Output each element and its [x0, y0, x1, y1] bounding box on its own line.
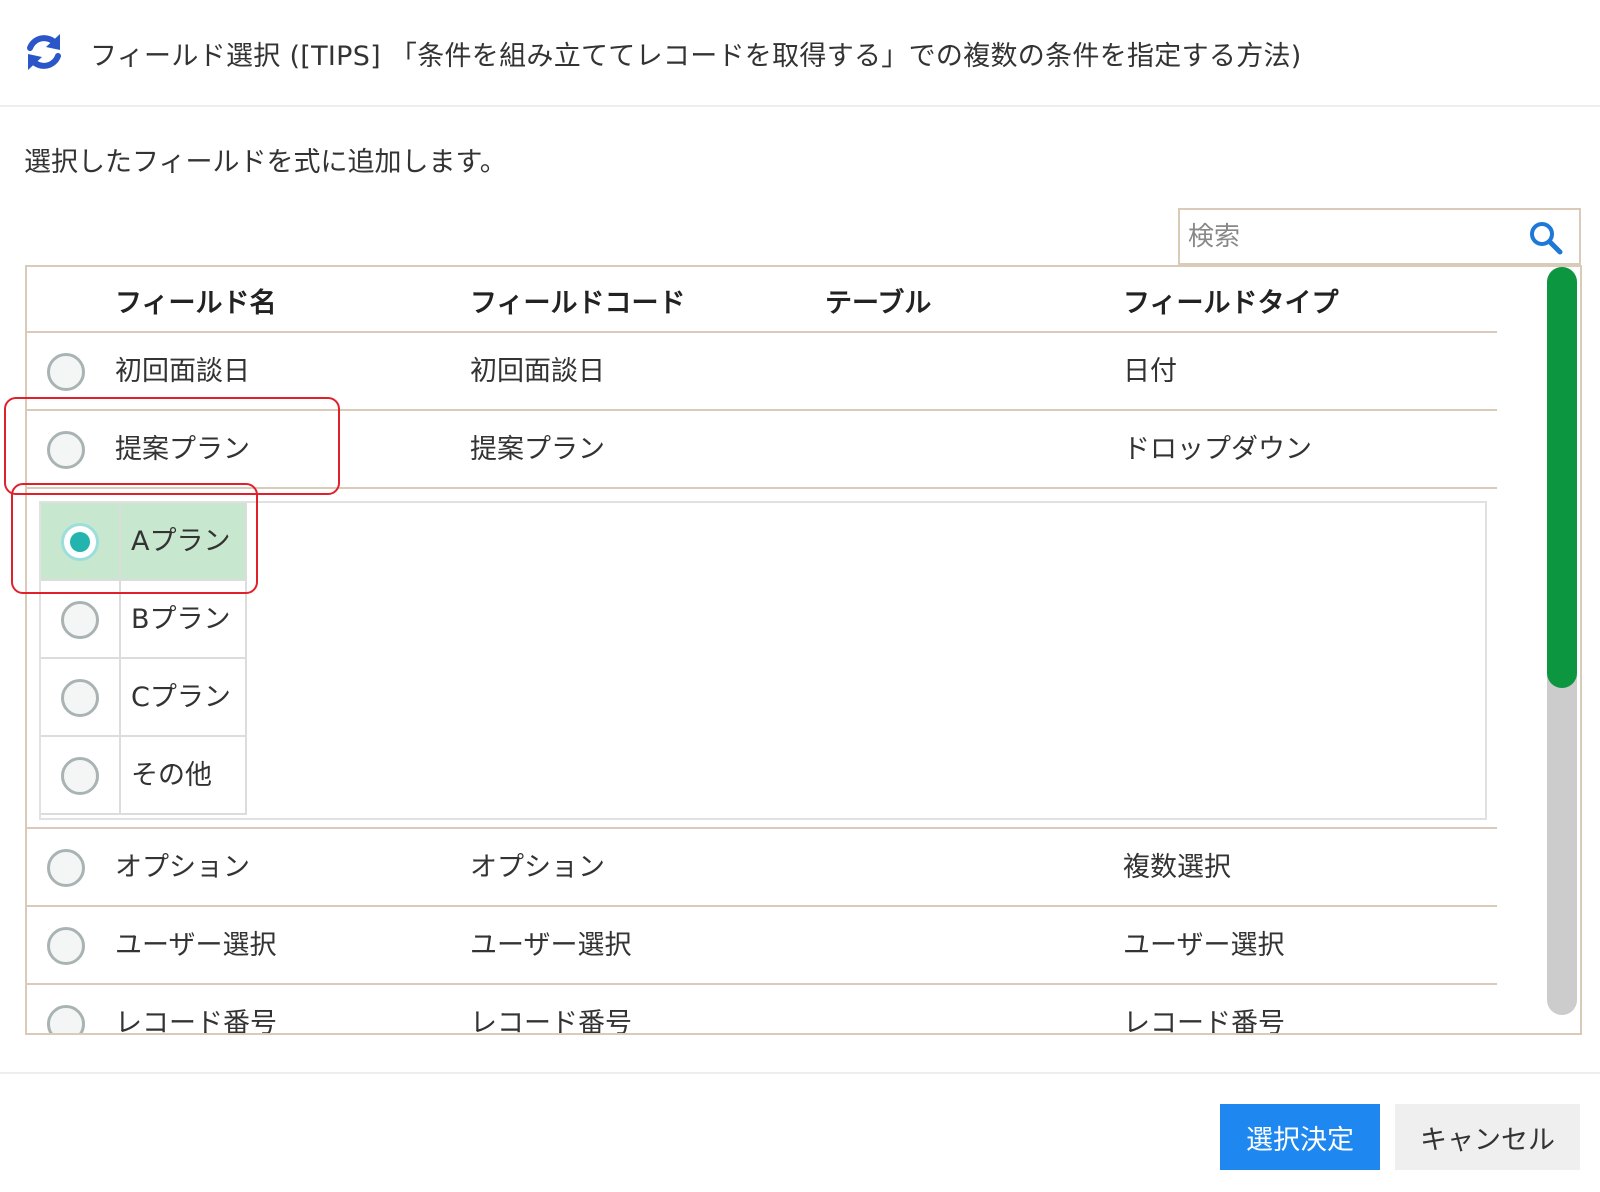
- table-row[interactable]: レコード番号 レコード番号 レコード番号: [27, 985, 1497, 1035]
- option-label: Aプラン: [131, 526, 231, 557]
- search-icon[interactable]: [1528, 220, 1564, 256]
- row-radio[interactable]: [47, 927, 85, 965]
- dialog-header: フィールド選択 ([TIPS] 「条件を組み立ててレコードを取得する」での複数の…: [0, 0, 1600, 107]
- search-box: [1178, 208, 1581, 265]
- field-code-cell: ユーザー選択: [470, 930, 632, 961]
- option-item[interactable]: Bプラン: [41, 581, 247, 659]
- option-item[interactable]: その他: [41, 737, 247, 815]
- scrollbar-track[interactable]: [1547, 267, 1577, 1015]
- column-header-field-code[interactable]: フィールドコード: [470, 281, 685, 320]
- option-label: Cプラン: [131, 682, 231, 713]
- field-table: フィールド名 フィールドコード テーブル フィールドタイプ 初回面談日 初回面談…: [25, 265, 1582, 1035]
- cancel-button[interactable]: キャンセル: [1395, 1104, 1580, 1170]
- option-item[interactable]: Cプラン: [41, 659, 247, 737]
- option-radio[interactable]: [61, 523, 99, 561]
- option-item[interactable]: Aプラン: [41, 503, 247, 581]
- search-input[interactable]: [1188, 218, 1508, 256]
- dialog-title: フィールド選択 ([TIPS] 「条件を組み立ててレコードを取得する」での複数の…: [90, 41, 1302, 72]
- field-type-cell: ドロップダウン: [1123, 434, 1312, 465]
- field-type-cell: ユーザー選択: [1123, 930, 1285, 961]
- field-name-cell: レコード番号: [115, 1008, 277, 1035]
- option-radio[interactable]: [61, 757, 99, 795]
- scrollbar-thumb[interactable]: [1547, 267, 1577, 688]
- table-row[interactable]: ユーザー選択 ユーザー選択 ユーザー選択: [27, 907, 1497, 985]
- field-type-cell: レコード番号: [1123, 1008, 1285, 1035]
- field-name-cell: ユーザー選択: [115, 930, 277, 961]
- column-header-field-name[interactable]: フィールド名: [115, 281, 276, 320]
- field-name-cell: 初回面談日: [115, 356, 250, 387]
- table-header: フィールド名 フィールドコード テーブル フィールドタイプ: [27, 267, 1497, 333]
- row-radio[interactable]: [47, 1005, 85, 1033]
- table-row[interactable]: 提案プラン 提案プラン ドロップダウン: [27, 411, 1497, 489]
- column-header-field-type[interactable]: フィールドタイプ: [1123, 281, 1338, 320]
- field-code-cell: 提案プラン: [470, 434, 605, 465]
- option-radio[interactable]: [61, 679, 99, 717]
- dialog-footer: 選択決定 キャンセル: [0, 1072, 1600, 1192]
- column-header-table[interactable]: テーブル: [825, 281, 931, 320]
- table-row[interactable]: 初回面談日 初回面談日 日付: [27, 333, 1497, 411]
- option-label: その他: [131, 760, 212, 791]
- field-name-cell: オプション: [115, 852, 250, 883]
- option-radio[interactable]: [61, 601, 99, 639]
- row-radio[interactable]: [47, 353, 85, 391]
- refresh-icon[interactable]: [22, 30, 66, 74]
- field-code-cell: レコード番号: [470, 1008, 632, 1035]
- dialog-description: 選択したフィールドを式に追加します。: [24, 147, 507, 178]
- dropdown-options: Aプラン Bプラン Cプラン その他: [39, 501, 1487, 820]
- table-row[interactable]: オプション オプション 複数選択: [27, 829, 1497, 907]
- field-type-cell: 複数選択: [1123, 852, 1231, 883]
- row-radio[interactable]: [47, 431, 85, 469]
- confirm-selection-button[interactable]: 選択決定: [1220, 1104, 1380, 1170]
- row-radio[interactable]: [47, 849, 85, 887]
- field-name-cell: 提案プラン: [115, 434, 250, 465]
- field-type-cell: 日付: [1123, 356, 1177, 387]
- field-code-cell: オプション: [470, 852, 605, 883]
- option-label: Bプラン: [131, 604, 231, 635]
- field-code-cell: 初回面談日: [470, 356, 605, 387]
